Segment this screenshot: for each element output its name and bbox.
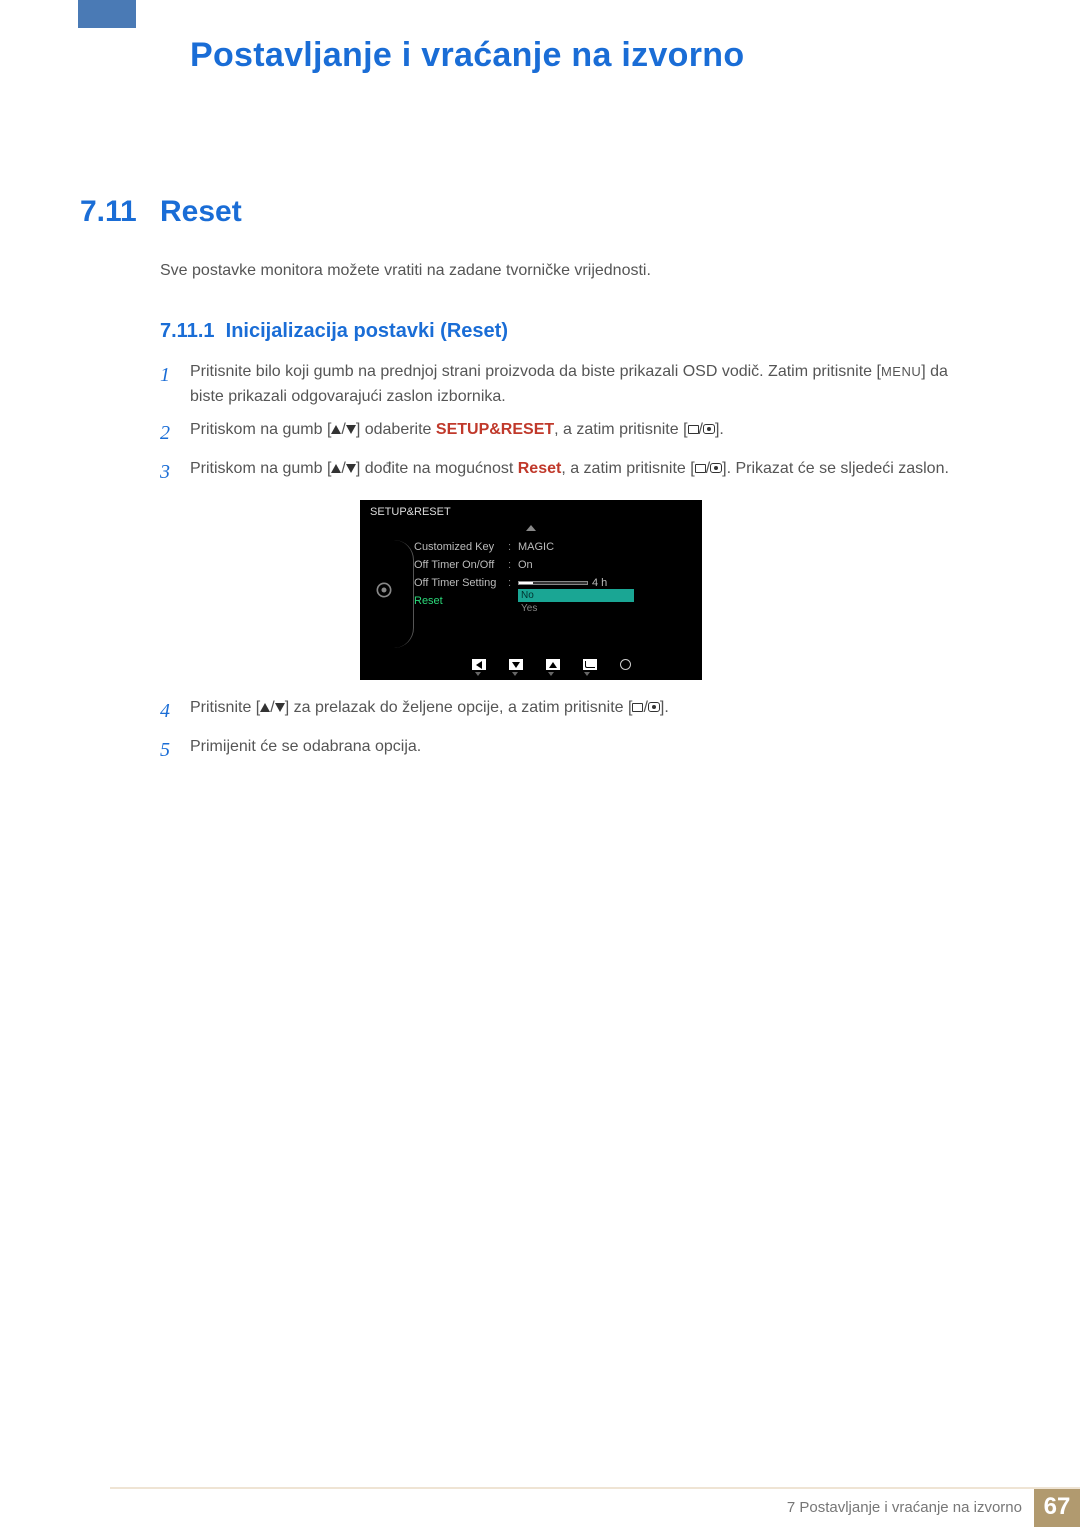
chevron-up-icon [526,525,536,531]
osd-item-customized-key: Customized Key : MAGIC [408,538,702,556]
osd-scroll-up [360,522,702,536]
chevron-down-icon [475,672,481,676]
colon: : [508,541,518,553]
step-number: 1 [160,360,190,410]
up-arrow-icon [331,464,341,473]
step-text: Pritiskom na gumb [/] odaberite SETUP&RE… [190,418,960,449]
chevron-down-icon [584,672,590,676]
slider-icon [518,581,588,585]
step-4: 4 Pritisnite [/] za prelazak do željene … [160,696,960,727]
step-number: 5 [160,735,190,766]
osd-item-value: No Yes [518,589,634,614]
nav-down-icon [509,659,523,670]
text: , a zatim pritisnite [ [561,460,694,477]
square-icon [695,464,706,473]
nav-left-icon [472,659,486,670]
osd-screenshot: SETUP&RESET Customized Key : MAGIC Off T… [360,500,702,680]
down-arrow-icon [346,464,356,473]
square-icon [688,425,699,434]
chevron-down-icon [512,672,518,676]
nav-enter-icon [583,659,597,670]
intro-paragraph: Sve postavke monitora možete vratiti na … [160,262,651,280]
osd-sidebar [360,536,408,656]
osd-item-value: MAGIC [518,541,554,553]
step-2: 2 Pritiskom na gumb [/] odaberite SETUP&… [160,418,960,449]
subsection-title: Inicijalizacija postavki (Reset) [226,320,508,342]
colon: : [508,577,518,589]
osd-title: SETUP&RESET [360,500,702,522]
chevron-down-icon [548,672,554,676]
step-text: Pritiskom na gumb [/] dođite na mogućnos… [190,457,960,488]
page-number: 67 [1034,1487,1080,1527]
step-3: 3 Pritiskom na gumb [/] dođite na mogućn… [160,457,960,488]
section-number: 7.11 [80,195,137,229]
step-1: 1 Pritisnite bilo koji gumb na prednjoj … [160,360,960,410]
power-icon [620,659,631,670]
up-arrow-icon [260,703,270,712]
enter-icon [648,702,660,712]
osd-item-label: Customized Key [414,541,508,553]
osd-item-label: Off Timer On/Off [414,559,508,571]
text: ] za prelazak do željene opcije, a zatim… [285,699,633,716]
step-text: Pritisnite [/] za prelazak do željene op… [190,696,960,727]
square-icon [632,703,643,712]
osd-selected-option: No [518,589,634,602]
step-text: Pritisnite bilo koji gumb na prednjoj st… [190,360,960,410]
text: Pritiskom na gumb [ [190,460,331,477]
text: Pritisnite bilo koji gumb na prednjoj st… [190,363,881,380]
enter-icon [710,463,722,473]
footer-chapter-label: 7 Postavljanje i vraćanje na izvorno [787,1499,1022,1516]
chapter-title: Postavljanje i vraćanje na izvorno [190,36,744,75]
page-footer: 7 Postavljanje i vraćanje na izvorno 67 [110,1487,1080,1527]
osd-menu-list: Customized Key : MAGIC Off Timer On/Off … [408,536,702,656]
osd-nav-sub-arrows [360,672,702,676]
step-number: 2 [160,418,190,449]
text: ] dođite na mogućnost [356,460,518,477]
down-arrow-icon [275,703,285,712]
osd-item-off-timer-onoff: Off Timer On/Off : On [408,556,702,574]
osd-other-option: Yes [521,603,634,614]
step-number: 3 [160,457,190,488]
step-number: 4 [160,696,190,727]
text: ]. [715,421,724,438]
step-5: 5 Primijenit će se odabrana opcija. [160,735,960,766]
osd-item-value: 4 h [518,577,607,589]
text: ]. [660,699,669,716]
up-arrow-icon [331,425,341,434]
enter-icon [703,424,715,434]
text: Pritisnite [ [190,699,260,716]
section-title: Reset [160,195,242,229]
highlight-reset: Reset [518,460,562,477]
slider-value: 4 h [592,577,607,589]
step-text: Primijenit će se odabrana opcija. [190,735,960,766]
highlight-setup-reset: SETUP&RESET [436,421,554,438]
text: ]. Prikazat će se sljedeći zaslon. [722,460,949,477]
gear-icon [374,580,394,600]
osd-nav-row [360,656,702,672]
text: Pritiskom na gumb [ [190,421,331,438]
header-tab [78,0,136,28]
down-arrow-icon [346,425,356,434]
footer-divider [110,1487,1080,1489]
osd-item-reset: Reset No Yes [408,592,702,610]
osd-arc-decoration [394,540,414,648]
colon: : [508,559,518,571]
subsection-number: 7.11.1 [160,320,215,342]
osd-item-label: Off Timer Setting [414,577,508,589]
text: , a zatim pritisnite [ [554,421,687,438]
subsection-heading: 7.11.1 Inicijalizacija postavki (Reset) [160,320,508,343]
nav-up-icon [546,659,560,670]
menu-label: MENU [881,364,921,379]
osd-item-label-selected: Reset [414,595,508,607]
osd-item-value: On [518,559,533,571]
text: ] odaberite [356,421,436,438]
